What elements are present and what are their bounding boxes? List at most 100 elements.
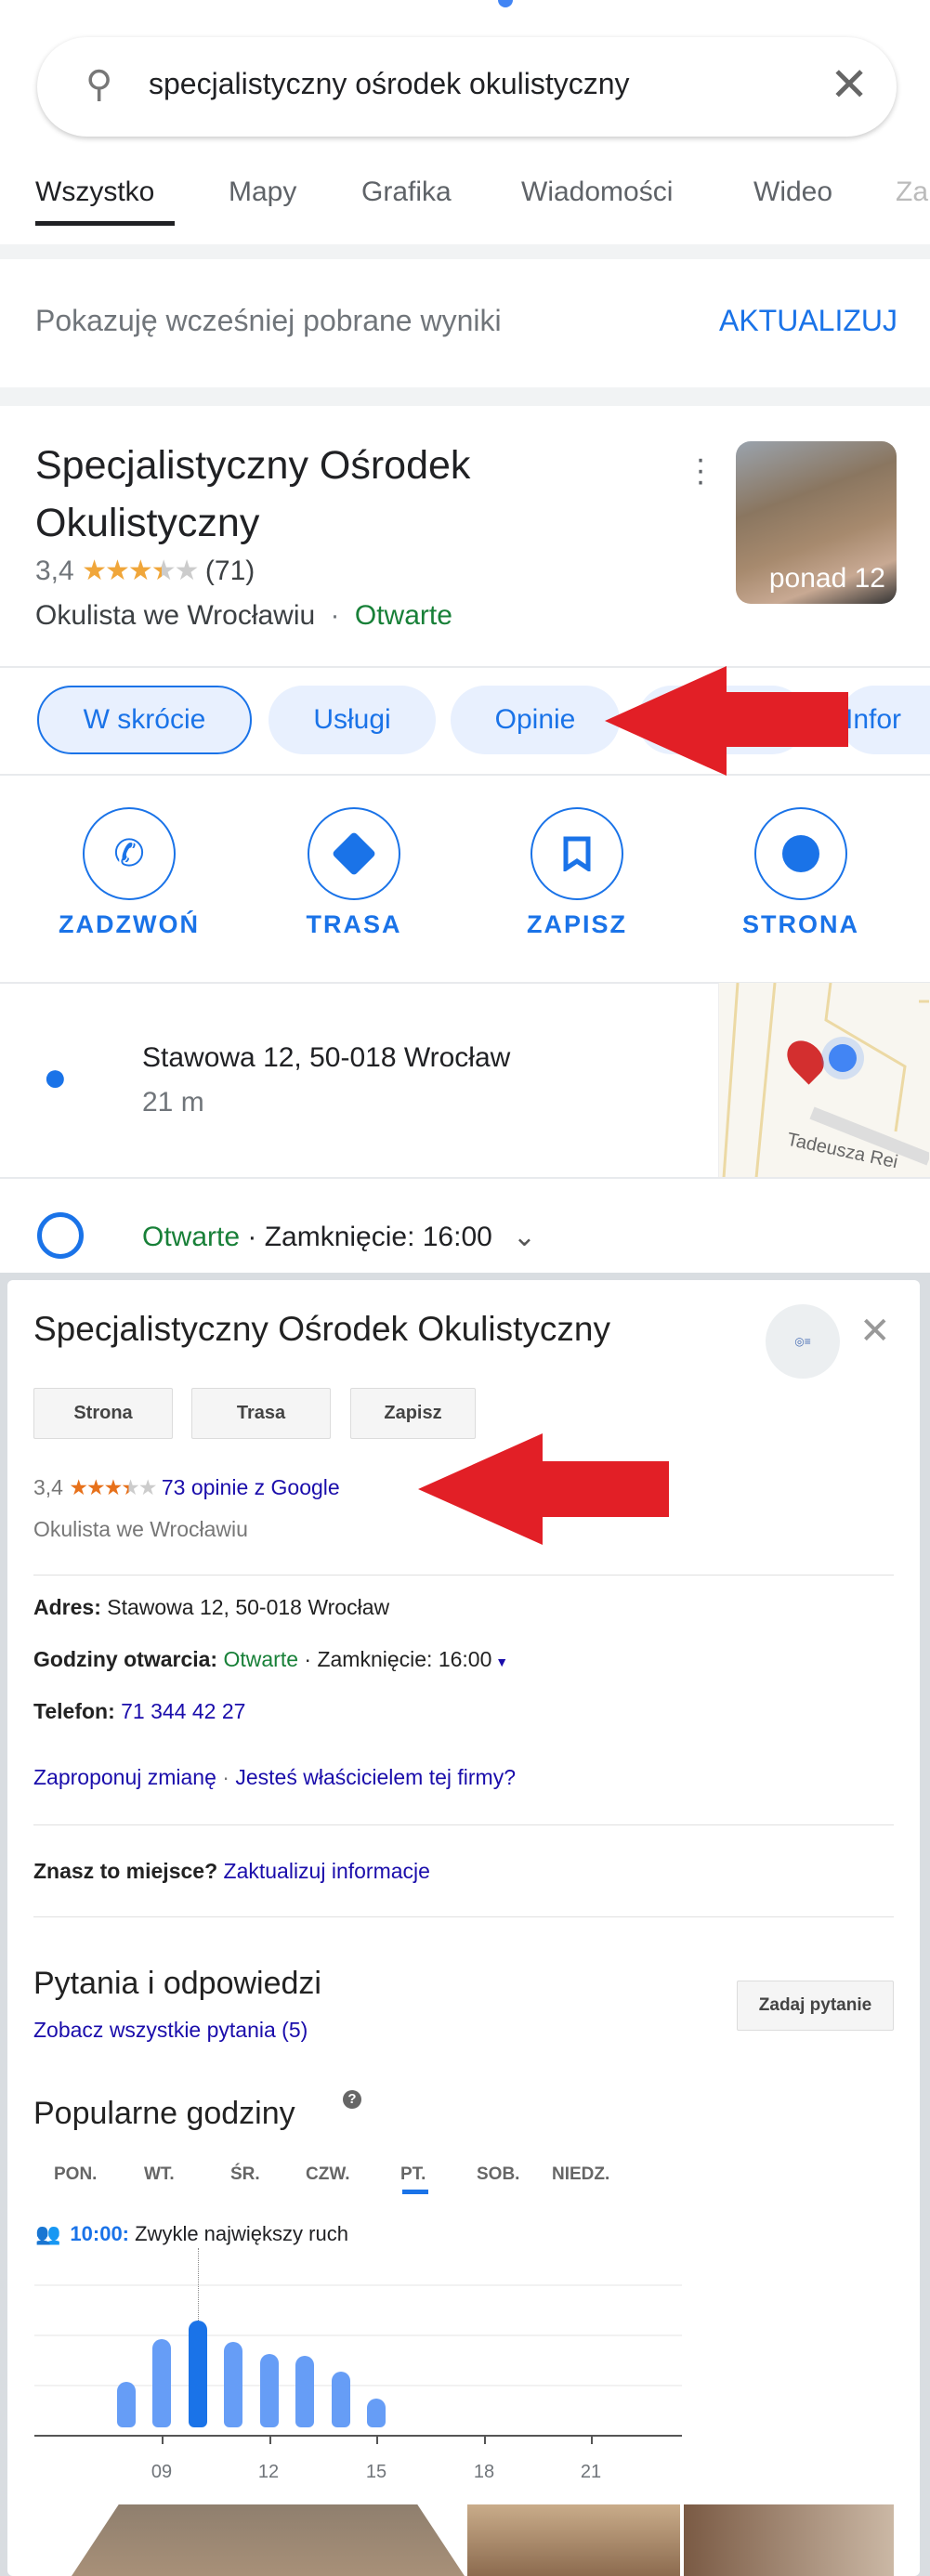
save-button[interactable] [530,807,623,900]
business-name: Specjalistyczny Ośrodek Okulistyczny [35,443,471,545]
dropdown-arrow-icon[interactable]: ▼ [491,1654,508,1669]
ask-question-button[interactable]: Zadaj pytanie [737,1981,894,2031]
closing-time: · Zamknięcie: 16:00 [240,1222,492,1252]
tab-maps[interactable]: Mapy [229,177,296,208]
save-button[interactable]: Zapisz [350,1388,476,1439]
bar-hour-10[interactable] [188,2320,207,2427]
tab-all[interactable]: Wszystko [35,177,154,208]
open-status: Otwarte [142,1222,241,1252]
day-tab-fri[interactable]: PT. [400,2164,426,2185]
close-icon[interactable]: ✕ [859,1310,891,1353]
directions-button[interactable]: Trasa [191,1388,331,1439]
bar-hour-13[interactable] [295,2356,314,2427]
photo-facade[interactable] [467,2504,680,2576]
review-count: (71) [204,556,255,586]
offline-notice: Pokazuję wcześniej pobrane wyniki [35,304,502,337]
x-tick [591,2436,593,2444]
search-input[interactable]: specjalistyczny ośrodek okulistyczny [149,67,630,101]
address[interactable]: Stawowa 12, 50-018 Wrocław [142,1042,510,1074]
x-tick [162,2436,164,2444]
bar-hour-14[interactable] [331,2371,350,2427]
peak-marker-line [197,2248,199,2321]
chip-info[interactable]: Infor [840,686,930,754]
phone-row: Telefon: 71 344 42 27 [33,1699,245,1724]
qa-title: Pytania i odpowiedzi [33,1966,321,2001]
peak-time: 10:00: [70,2222,129,2245]
phone-link[interactable]: 71 344 42 27 [121,1699,245,1723]
address-row: Adres: Stawowa 12, 50-018 Wrocław [33,1595,389,1620]
gridline [34,2334,682,2336]
photo-building[interactable] [72,2504,465,2576]
divider [0,387,930,406]
update-info-link[interactable]: Zaktualizuj informacje [224,1859,430,1883]
search-icon[interactable]: ⚲ [85,63,112,106]
divider [0,244,930,259]
peak-info: 👥 10:00: Zwykle największy ruch [35,2222,348,2246]
day-tab-mon[interactable]: PON. [54,2164,97,2185]
search-bar[interactable]: ⚲ specjalistyczny ośrodek okulistyczny ✕ [37,37,897,137]
closing-time: · Zamknięcie: 16:00 [304,1647,492,1671]
update-button[interactable]: AKTUALIZUJ [719,304,897,338]
map-thumbnail[interactable]: Tadeusza Rei [718,982,930,1179]
chip-reviews[interactable]: Opinie [451,686,620,754]
bar-hour-9[interactable] [152,2338,171,2427]
address-label: Adres: [33,1595,101,1619]
tab-more[interactable]: Za [896,177,928,208]
chip-services[interactable]: Usługi [269,686,436,754]
x-tick [483,2436,486,2444]
know-label: Znasz to miejsce? [33,1859,218,1883]
hours-row[interactable]: Godziny otwarcia: Otwarte · Zamknięcie: … [33,1647,508,1672]
google-logo-fragment [498,0,513,7]
divider [33,1916,894,1917]
claim-business-link[interactable]: Jesteś właścicielem tej firmy? [235,1765,516,1789]
call-label[interactable]: ZADZWOŃ [46,910,213,939]
directions-button[interactable] [308,807,400,900]
website-button[interactable] [754,807,847,900]
photo-entrance[interactable] [684,2504,894,2576]
hours-row[interactable]: Otwarte · Zamknięcie: 16:00 ⌄ [142,1221,536,1253]
edit-links: Zaproponuj zmianę · Jesteś właścicielem … [33,1765,516,1790]
day-tab-wed[interactable]: ŚR. [230,2164,260,2185]
directions-label[interactable]: TRASA [270,910,438,939]
tab-images[interactable]: Grafika [361,177,452,208]
location-pin-icon: ● [43,1054,68,1100]
chevron-down-icon[interactable]: ⌄ [513,1222,536,1252]
tick-label: 09 [151,2462,173,2482]
red-arrow-annotation [418,1433,669,1545]
day-tab-tue[interactable]: WT. [144,2164,175,2185]
bar-hour-15[interactable] [367,2399,386,2427]
call-button[interactable]: ✆ [83,807,176,900]
suggest-edit-link[interactable]: Zaproponuj zmianę [33,1765,216,1789]
business-logo: ◎≡ [766,1304,840,1379]
close-icon[interactable]: ✕ [830,58,869,111]
day-tab-thu[interactable]: CZW. [306,2164,350,2185]
chip-overview[interactable]: W skrócie [37,686,252,754]
tick-label: 18 [473,2462,495,2482]
panel-title: Specjalistyczny Ośrodek Okulistyczny [33,1310,610,1348]
day-tab-sun[interactable]: NIEDZ. [552,2164,609,2185]
popular-times-title: Popularne godziny [33,2096,295,2131]
bar-hour-12[interactable] [259,2354,279,2427]
help-icon[interactable]: ? [343,2090,361,2109]
all-questions-link[interactable]: Zobacz wszystkie pytania (5) [33,2018,308,2043]
panel-category: Okulista we Wrocławiu [33,1517,248,1541]
business-photo[interactable]: ponad 12 [736,441,897,604]
globe-icon [782,835,819,872]
rating-row[interactable]: 3,4 ★★★★★ (71) [35,555,255,587]
address-value: Stawowa 12, 50-018 Wrocław [107,1595,390,1619]
open-status: Otwarte [354,600,452,631]
more-options-icon[interactable]: · · · [691,443,710,497]
website-label[interactable]: STRONA [717,910,884,939]
bar-hour-11[interactable] [224,2341,242,2427]
know-place-row: Znasz to miejsce? Zaktualizuj informacje [33,1859,430,1884]
day-tab-sat[interactable]: SOB. [477,2164,519,2185]
separator: · [222,1765,229,1789]
reviews-link[interactable]: 73 opinie z Google [162,1475,340,1499]
x-axis [34,2435,682,2437]
tab-news[interactable]: Wiadomości [521,177,673,208]
bar-hour-8[interactable] [116,2381,136,2427]
website-button[interactable]: Strona [33,1388,173,1439]
save-label[interactable]: ZAPISZ [493,910,661,939]
rating-value: 3,4 [33,1475,63,1499]
tab-video[interactable]: Wideo [753,177,832,208]
